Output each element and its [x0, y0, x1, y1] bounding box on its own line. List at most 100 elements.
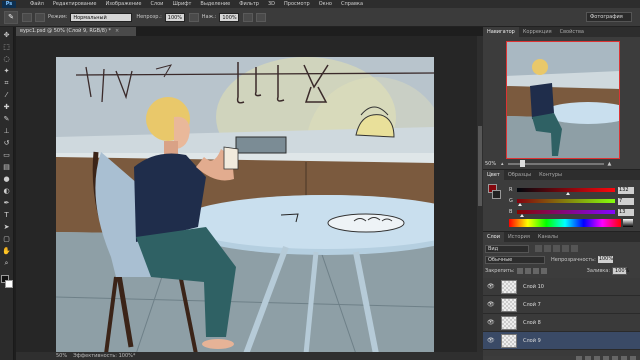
new-adjustment-icon[interactable]: [603, 356, 609, 360]
menu-view[interactable]: Просмотр: [284, 1, 310, 7]
blue-channel-slider[interactable]: [517, 210, 615, 217]
marquee-tool-icon[interactable]: ⬚: [2, 43, 11, 52]
color-spectrum-bar[interactable]: [509, 219, 621, 227]
scrollbar-thumb[interactable]: [478, 126, 482, 206]
clone-stamp-tool-icon[interactable]: ⊥: [2, 127, 11, 136]
workspace-select[interactable]: Фотография: [586, 12, 632, 22]
pressure-opacity-icon[interactable]: [188, 12, 199, 22]
green-channel-value[interactable]: 7: [618, 197, 634, 205]
layer-filter-select[interactable]: Вид: [485, 244, 529, 253]
background-color-swatch[interactable]: [4, 280, 13, 288]
menu-3d[interactable]: 3D: [268, 1, 275, 7]
gradient-tool-icon[interactable]: ▤: [2, 163, 11, 172]
menu-edit[interactable]: Редактирование: [53, 1, 97, 7]
lock-pixels-icon[interactable]: [524, 267, 531, 274]
menu-image[interactable]: Изображение: [105, 1, 141, 7]
visibility-eye-icon[interactable]: 👁: [487, 319, 497, 326]
green-channel-slider[interactable]: [517, 199, 615, 206]
navigator-zoom-value[interactable]: 50%: [485, 161, 501, 167]
menu-type[interactable]: Шрифт: [172, 1, 191, 7]
tab-properties[interactable]: Свойства: [556, 27, 588, 37]
navigator-view-box[interactable]: [506, 41, 620, 159]
zoom-tool-icon[interactable]: ⌕: [2, 259, 11, 268]
artwork-canvas[interactable]: [56, 57, 434, 354]
zoom-slider-knob[interactable]: [519, 160, 525, 167]
tab-layers[interactable]: Слои: [483, 232, 504, 242]
airbrush-icon[interactable]: [243, 12, 254, 22]
add-mask-icon[interactable]: [594, 356, 600, 360]
lock-all-icon[interactable]: [540, 267, 547, 274]
dodge-tool-icon[interactable]: ◐: [2, 187, 11, 196]
brush-tool-preset-icon[interactable]: ✎: [4, 10, 18, 24]
zoom-out-icon[interactable]: ▴: [501, 161, 504, 167]
visibility-eye-icon[interactable]: 👁: [487, 283, 497, 290]
document-tab[interactable]: вурс1.psd @ 50% (Слой 9, RGB/8) * ×: [16, 27, 136, 36]
fill-field[interactable]: 100%: [612, 266, 629, 275]
history-brush-tool-icon[interactable]: ↺: [2, 139, 11, 148]
red-channel-value[interactable]: 132: [618, 186, 634, 194]
red-slider-marker[interactable]: [566, 192, 570, 195]
eraser-tool-icon[interactable]: ▭: [2, 151, 11, 160]
shape-tool-icon[interactable]: ▢: [2, 235, 11, 244]
green-slider-marker[interactable]: [518, 203, 522, 206]
lock-transparency-icon[interactable]: [516, 267, 523, 274]
layer-blend-mode-select[interactable]: Обычные: [485, 255, 545, 264]
menu-filter[interactable]: Фильтр: [239, 1, 259, 7]
brush-panel-toggle-icon[interactable]: [35, 12, 45, 22]
tab-navigator[interactable]: Навигатор: [483, 27, 519, 37]
layer-row[interactable]: 👁 Слой 7: [483, 296, 640, 314]
layer-row[interactable]: 👁 Слой 8: [483, 314, 640, 332]
brush-tool-icon[interactable]: ✎: [2, 115, 11, 124]
new-layer-icon[interactable]: [621, 356, 627, 360]
lasso-tool-icon[interactable]: ◌: [2, 55, 11, 64]
quick-select-tool-icon[interactable]: ✦: [2, 67, 11, 76]
menu-layers[interactable]: Слои: [150, 1, 163, 7]
menu-window[interactable]: Окно: [319, 1, 332, 7]
tab-color[interactable]: Цвет: [483, 170, 504, 180]
pressure-size-icon[interactable]: [256, 12, 267, 22]
path-select-tool-icon[interactable]: ➤: [2, 223, 11, 232]
hand-tool-icon[interactable]: ✋: [2, 247, 11, 256]
menu-select[interactable]: Выделение: [200, 1, 230, 7]
healing-tool-icon[interactable]: ✚: [2, 103, 11, 112]
blur-tool-icon[interactable]: ●: [2, 175, 11, 184]
menu-file[interactable]: Файл: [30, 1, 44, 7]
adjustment-filter-icon[interactable]: [544, 245, 551, 252]
close-tab-icon[interactable]: ×: [115, 28, 119, 34]
crop-tool-icon[interactable]: ⌗: [2, 79, 11, 88]
background-swatch[interactable]: [492, 190, 501, 199]
pixel-filter-icon[interactable]: [535, 245, 542, 252]
tab-paths[interactable]: Контуры: [535, 170, 566, 180]
shape-filter-icon[interactable]: [562, 245, 569, 252]
grayscale-ramp[interactable]: [623, 219, 633, 227]
visibility-eye-icon[interactable]: 👁: [487, 337, 497, 344]
new-group-icon[interactable]: [612, 356, 618, 360]
move-tool-icon[interactable]: ✥: [2, 31, 11, 40]
layer-opacity-field[interactable]: 100%: [597, 256, 613, 263]
smart-filter-icon[interactable]: [571, 245, 578, 252]
tab-channels[interactable]: Каналы: [534, 232, 562, 242]
color-swatches[interactable]: [0, 275, 13, 289]
layer-style-icon[interactable]: [585, 356, 591, 360]
tab-history[interactable]: История: [504, 232, 534, 242]
brush-size-picker[interactable]: [22, 12, 32, 22]
navigator-zoom-slider[interactable]: [507, 160, 604, 167]
zoom-in-icon[interactable]: ▲: [608, 161, 612, 167]
lock-position-icon[interactable]: [532, 267, 539, 274]
layer-row-selected[interactable]: 👁 Слой 9: [483, 332, 640, 350]
tab-adjustments[interactable]: Коррекция: [519, 27, 556, 37]
type-tool-icon[interactable]: T: [2, 211, 11, 220]
opacity-field[interactable]: 100%: [164, 12, 185, 22]
type-filter-icon[interactable]: [553, 245, 560, 252]
pressure-field[interactable]: 100%: [219, 12, 240, 22]
blue-slider-marker[interactable]: [520, 214, 524, 217]
blue-channel-value[interactable]: 13: [618, 208, 634, 216]
red-channel-slider[interactable]: [517, 188, 615, 195]
link-layers-icon[interactable]: [576, 356, 582, 360]
eyedropper-tool-icon[interactable]: ⁄: [2, 91, 11, 100]
layer-row[interactable]: 👁 Слой 10: [483, 278, 640, 296]
color-panel-swatches[interactable]: [488, 184, 502, 200]
tab-swatches[interactable]: Образцы: [504, 170, 535, 180]
menu-help[interactable]: Справка: [341, 1, 363, 7]
delete-layer-icon[interactable]: [630, 356, 636, 360]
